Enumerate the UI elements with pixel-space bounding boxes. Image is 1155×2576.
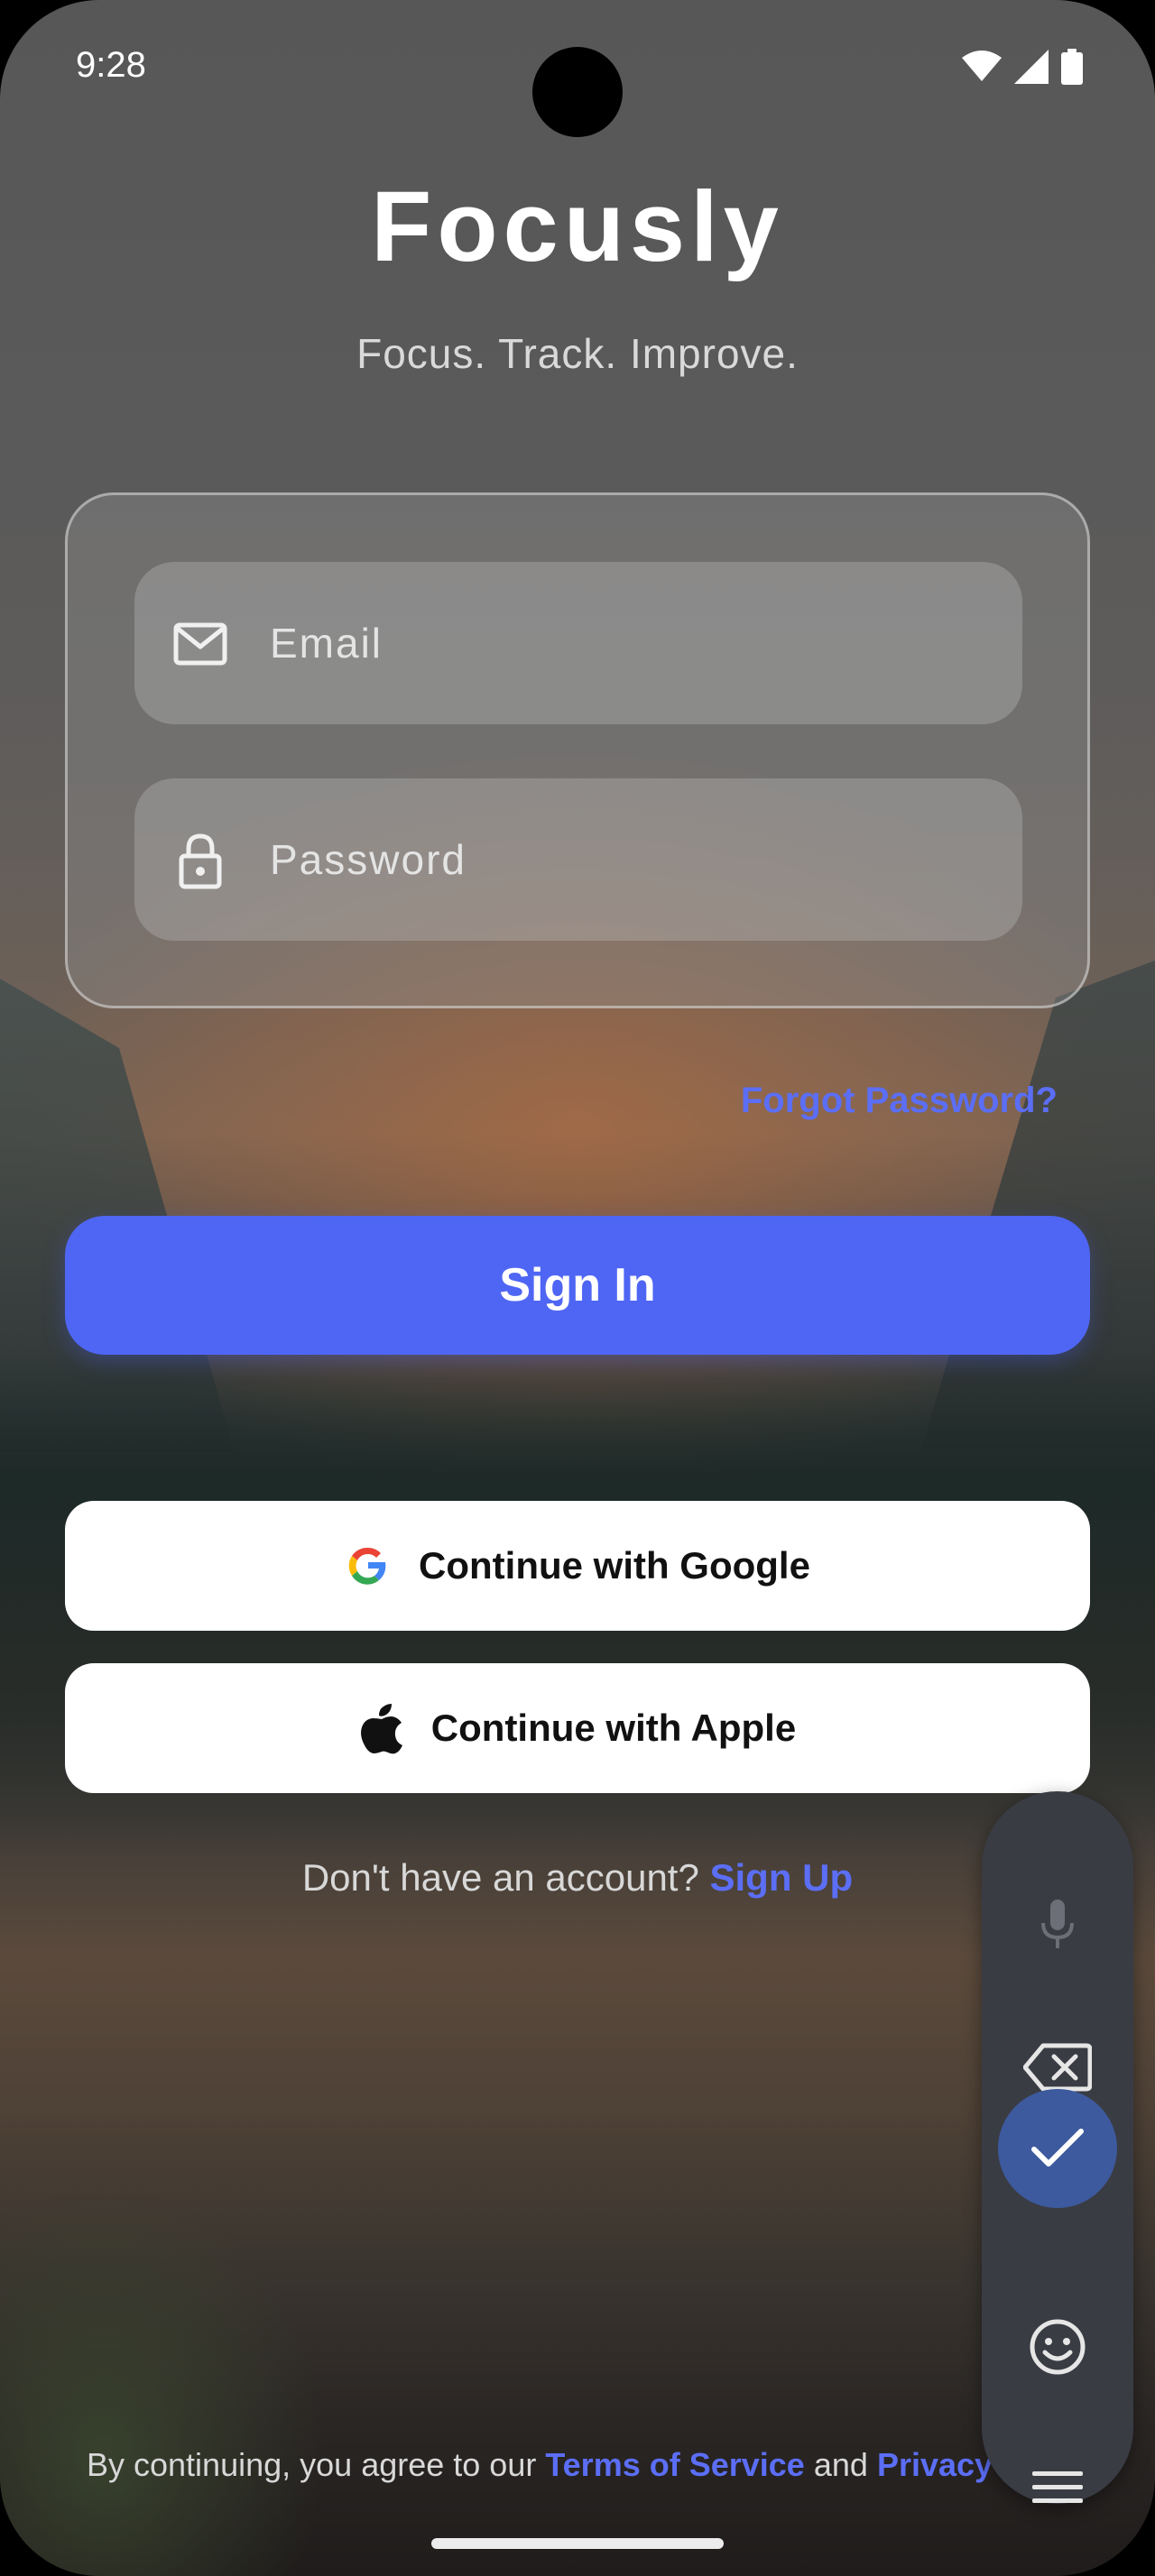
background-grass	[0, 2165, 343, 2576]
done-button[interactable]	[998, 2089, 1117, 2208]
menu-button[interactable]	[998, 2428, 1117, 2547]
terms-prefix: By continuing, you agree to our	[87, 2446, 537, 2483]
battery-icon	[1061, 49, 1083, 85]
forgot-password-link[interactable]: Forgot Password?	[741, 1081, 1058, 1121]
mail-icon	[173, 622, 227, 666]
camera-cutout	[532, 47, 623, 137]
status-icons	[962, 49, 1083, 85]
sign-up-link[interactable]: Sign Up	[710, 1856, 854, 1899]
terms-notice: By continuing, you agree to our Terms of…	[87, 2446, 1043, 2484]
sign-in-button[interactable]: Sign In	[65, 1216, 1090, 1355]
terms-of-service-link[interactable]: Terms of Service	[545, 2446, 804, 2483]
home-indicator[interactable]	[431, 2538, 724, 2549]
password-field[interactable]	[134, 778, 1022, 941]
backspace-icon	[1023, 2043, 1092, 2092]
google-button-label: Continue with Google	[419, 1544, 810, 1587]
google-logo-icon	[348, 1547, 386, 1585]
lock-icon	[179, 833, 222, 889]
apple-logo-icon	[360, 1704, 402, 1754]
apple-button-label: Continue with Apple	[430, 1707, 797, 1749]
email-input[interactable]	[270, 562, 992, 724]
google-signin-button[interactable]: Continue with Google	[65, 1501, 1090, 1631]
mic-icon	[1041, 1900, 1074, 1948]
keyboard-floating-toolbar	[982, 1791, 1133, 2504]
signup-prompt-text: Don't have an account?	[301, 1856, 699, 1899]
menu-icon	[1032, 2471, 1083, 2503]
status-time: 9:28	[76, 45, 146, 85]
emoji-icon	[1030, 2319, 1086, 2375]
app-subtitle: Focus. Track. Improve.	[356, 330, 799, 377]
password-input[interactable]	[270, 778, 992, 941]
emoji-button[interactable]	[998, 2287, 1117, 2406]
wifi-icon	[962, 51, 1002, 81]
terms-and: and	[813, 2446, 868, 2483]
apple-signin-button[interactable]: Continue with Apple	[65, 1663, 1090, 1793]
login-form-card	[65, 492, 1090, 1008]
mic-button[interactable]	[998, 1865, 1117, 1984]
check-icon	[1031, 2129, 1084, 2167]
email-field[interactable]	[134, 562, 1022, 724]
signal-icon	[1014, 50, 1049, 84]
phone-screen: 9:28 Focusly Focus. Track. Improve. Emai…	[0, 0, 1155, 2576]
app-title: Focusly	[371, 171, 784, 282]
